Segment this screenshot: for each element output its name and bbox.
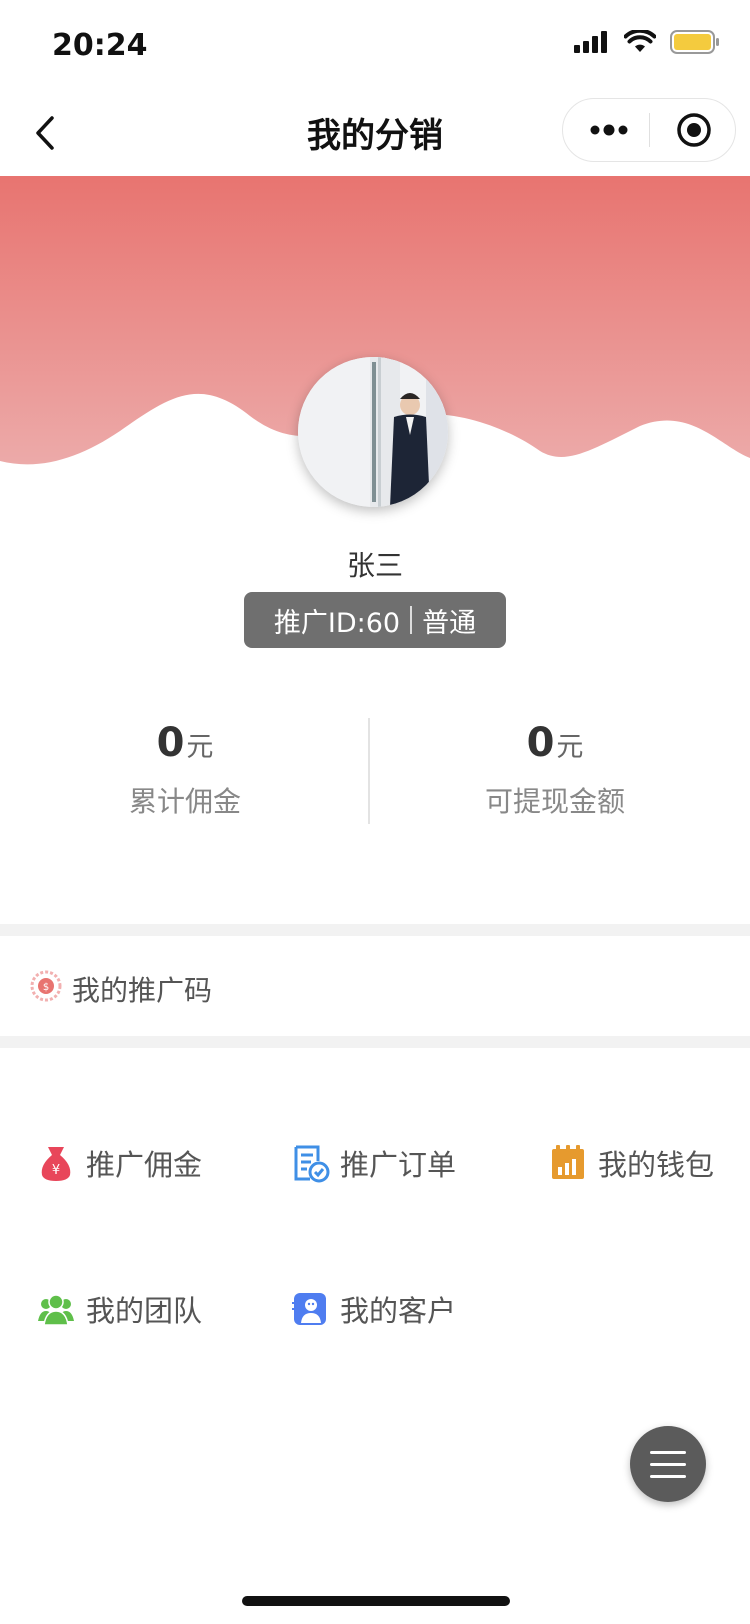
menu-label: 我的钱包 [598, 1148, 715, 1182]
stat-label: 可提现金额 [484, 785, 625, 818]
menu-label: 我的团队 [86, 1294, 203, 1328]
promo-code-icon: $ [30, 970, 62, 1002]
stats-panel: 0元 累计佣金 0元 可提现金额 [0, 710, 750, 830]
svg-text:$: $ [43, 982, 49, 993]
menu-line [650, 1463, 686, 1466]
menu-label: 推广佣金 [86, 1148, 203, 1182]
home-indicator[interactable] [242, 1596, 510, 1606]
menu-my-wallet[interactable]: 我的钱包 [548, 1138, 714, 1188]
menu-my-customers[interactable]: 我的客户 [290, 1284, 456, 1334]
menu-line [650, 1475, 686, 1478]
menu-promo-orders[interactable]: 推广订单 [290, 1138, 456, 1188]
wifi-icon [624, 30, 656, 52]
menu-label: 我的客户 [340, 1294, 457, 1328]
stat-unit: 元 [186, 732, 214, 763]
stat-value: 0 [526, 720, 555, 766]
section-divider [0, 924, 750, 936]
status-icons [574, 30, 720, 54]
promo-id-badge: 推广ID:60 普通 [244, 592, 506, 648]
money-bag-icon: ¥ [41, 1147, 71, 1181]
stat-unit: 元 [556, 732, 584, 763]
customer-icon [292, 1293, 326, 1325]
more-icon[interactable] [589, 116, 629, 144]
capsule-divider [649, 113, 650, 147]
svg-text:¥: ¥ [52, 1163, 60, 1178]
wallet-chart-icon [552, 1145, 584, 1179]
stat-total-commission[interactable]: 0元 累计佣金 [0, 720, 370, 820]
stat-value: 0 [156, 720, 185, 766]
menu-label: 推广订单 [340, 1148, 457, 1182]
promo-id: 推广ID:60 [273, 607, 401, 639]
close-target-icon[interactable] [675, 111, 713, 149]
signal-icon [574, 31, 607, 53]
menu-promo-commission[interactable]: ¥ 推广佣金 [36, 1138, 202, 1188]
battery-icon [670, 30, 719, 54]
menu-line [650, 1451, 686, 1454]
stat-label: 累计佣金 [128, 785, 241, 818]
floating-menu-button[interactable] [630, 1426, 706, 1502]
stat-withdrawable[interactable]: 0元 可提现金额 [370, 720, 740, 820]
status-bar: 20:24 [0, 0, 750, 90]
miniprogram-capsule [562, 98, 736, 162]
status-time: 20:24 [52, 28, 148, 63]
promo-code-row[interactable]: $ 我的推广码 [0, 936, 750, 1036]
avatar [298, 357, 448, 507]
promo-code-label: 我的推广码 [72, 974, 213, 1007]
team-icon [38, 1294, 74, 1326]
section-divider [0, 1036, 750, 1048]
member-level: 普通 [422, 607, 477, 639]
nav-bar: 我的分销 [0, 90, 750, 176]
avatar-photo [298, 357, 448, 507]
menu-my-team[interactable]: 我的团队 [36, 1284, 202, 1334]
badge-separator [410, 606, 413, 634]
user-name: 张三 [346, 549, 403, 582]
order-list-icon [294, 1145, 330, 1183]
